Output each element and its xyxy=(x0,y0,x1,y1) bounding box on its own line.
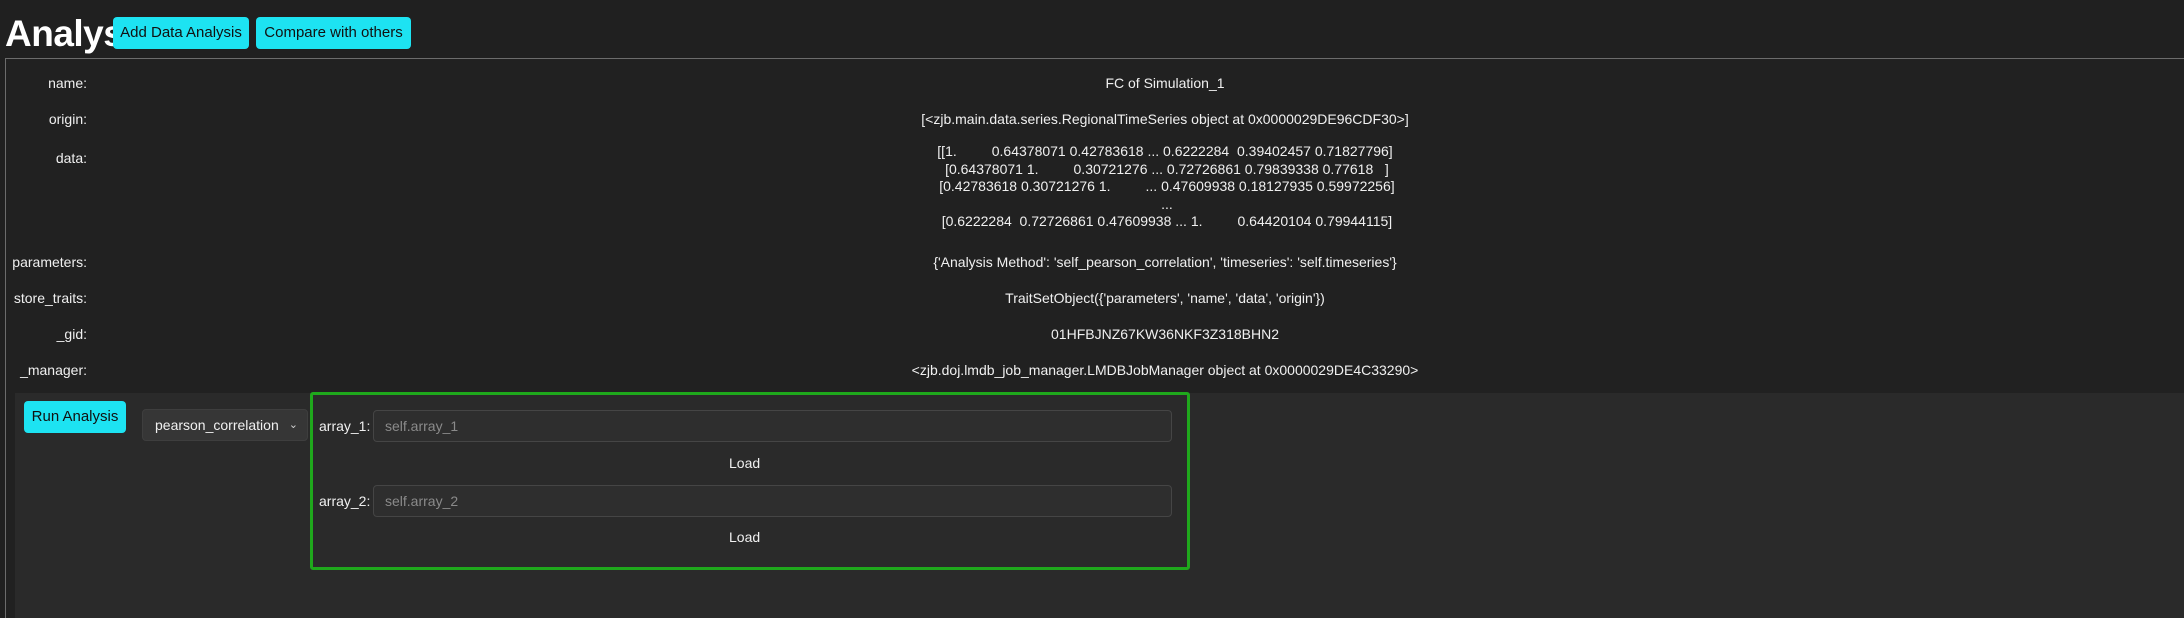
array-2-input[interactable] xyxy=(373,485,1172,517)
analysis-method-value: pearson_correlation xyxy=(155,417,279,433)
property-value-gid: 01HFBJNZ67KW36NKF3Z318BHN2 xyxy=(1051,326,1279,342)
array-1-input[interactable] xyxy=(373,410,1172,442)
property-value-store-traits: TraitSetObject({'parameters', 'name', 'd… xyxy=(1005,290,1325,306)
add-data-analysis-button[interactable]: Add Data Analysis xyxy=(113,17,249,49)
analysis-method-select[interactable]: pearson_correlation ⌄ xyxy=(142,409,308,441)
property-label-manager: _manager: xyxy=(20,362,87,378)
property-value-origin: [<zjb.main.data.series.RegionalTimeSerie… xyxy=(921,111,1409,127)
array-2-label: array_2: xyxy=(319,493,371,509)
property-value-data: [[1. 0.64378071 0.42783618 ... 0.6222284… xyxy=(937,143,1395,229)
compare-with-others-button[interactable]: Compare with others xyxy=(256,17,411,49)
property-value-parameters: {'Analysis Method': 'self_pearson_correl… xyxy=(933,254,1397,270)
property-label-gid: _gid: xyxy=(56,326,87,342)
header: Analysis Add Data Analysis Compare with … xyxy=(0,0,2184,58)
run-analysis-button[interactable]: Run Analysis xyxy=(24,401,126,433)
chevron-down-icon: ⌄ xyxy=(288,419,298,431)
property-value-name: FC of Simulation_1 xyxy=(1105,75,1225,91)
property-label-store-traits: store_traits: xyxy=(13,290,87,306)
property-label-parameters: parameters: xyxy=(12,254,87,270)
property-label-origin: origin: xyxy=(48,111,87,127)
property-label-data: data: xyxy=(55,150,87,166)
array-1-label: array_1: xyxy=(319,418,371,434)
analysis-page: Analysis Add Data Analysis Compare with … xyxy=(0,0,2184,618)
array-1-load-button[interactable]: Load xyxy=(729,455,760,471)
property-value-manager: <zjb.doj.lmdb_job_manager.LMDBJobManager… xyxy=(911,362,1419,378)
array-2-load-button[interactable]: Load xyxy=(729,529,760,545)
property-label-name: name: xyxy=(48,75,87,91)
